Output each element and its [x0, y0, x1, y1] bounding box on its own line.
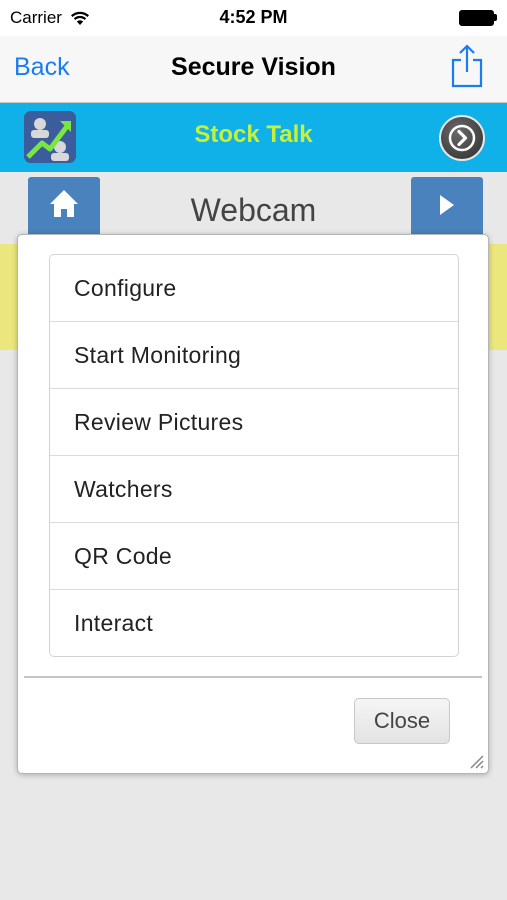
- menu-item-start-monitoring[interactable]: Start Monitoring: [50, 321, 458, 388]
- resize-handle-icon[interactable]: [466, 751, 484, 769]
- forward-button[interactable]: [411, 177, 483, 239]
- menu-list: Configure Start Monitoring Review Pictur…: [49, 254, 459, 657]
- page-title: Secure Vision: [171, 53, 336, 81]
- chevron-right-circle-icon[interactable]: [439, 115, 485, 161]
- status-bar: Carrier 4:52 PM: [0, 0, 507, 36]
- menu-item-review-pictures[interactable]: Review Pictures: [50, 388, 458, 455]
- app-header-title: Stock Talk: [194, 121, 313, 148]
- menu-item-interact[interactable]: Interact: [50, 589, 458, 656]
- menu-item-configure[interactable]: Configure: [50, 255, 458, 321]
- menu-dialog: Configure Start Monitoring Review Pictur…: [17, 234, 489, 774]
- menu-item-watchers[interactable]: Watchers: [50, 455, 458, 522]
- app-header: Stock Talk: [0, 103, 507, 172]
- dialog-divider: [24, 676, 482, 678]
- battery-icon: [459, 10, 497, 26]
- menu-item-qr-code[interactable]: QR Code: [50, 522, 458, 589]
- play-arrow-icon: [440, 195, 454, 215]
- navigation-bar: Back Secure Vision: [0, 36, 507, 103]
- share-icon[interactable]: [449, 44, 485, 88]
- status-time: 4:52 PM: [219, 7, 288, 27]
- close-button[interactable]: Close: [354, 698, 450, 744]
